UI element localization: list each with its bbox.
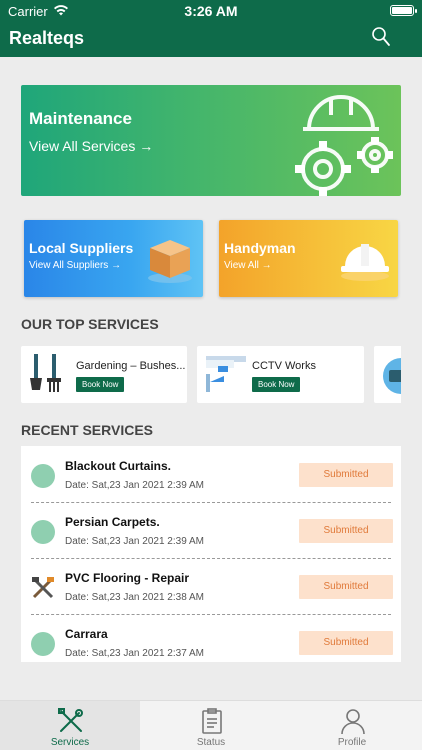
tab-profile[interactable]: Profile [282,701,422,750]
divider [31,614,391,615]
battery-icon [390,5,417,16]
status-badge: Submitted [299,463,393,487]
recent-services-list: Blackout Curtains. Date: Sat,23 Jan 2021… [21,446,401,662]
search-icon[interactable] [370,26,392,48]
service-date: Date: Sat,23 Jan 2021 2:39 AM [65,480,204,491]
garden-tools-icon [30,354,61,392]
person-icon [341,709,365,735]
maintenance-banner[interactable]: Maintenance View All Services → [21,85,401,196]
tab-services[interactable]: Services [0,701,140,750]
tools-icon [58,708,83,732]
service-card-partial[interactable] [374,346,401,403]
local-suppliers-card[interactable]: Local Suppliers View All Suppliers → [24,220,203,297]
clock: 3:26 AM [184,3,238,19]
helmet-gear-icon [295,95,393,196]
service-name: CCTV Works [252,360,316,372]
banner-title: Maintenance [29,109,132,128]
tab-status[interactable]: Status [141,701,281,750]
service-name: PVC Flooring - Repair [65,571,190,585]
list-item[interactable]: Blackout Curtains. Date: Sat,23 Jan 2021… [21,448,401,504]
card-title: Local Suppliers [29,240,134,256]
card-title: Handyman [224,240,296,256]
service-thumbnail-icon [383,358,401,394]
service-avatar-icon [31,520,55,544]
service-card-gardening[interactable]: Gardening – Bushes... Book Now [21,346,187,403]
view-all-suppliers-link[interactable]: View All Suppliers → [29,260,121,271]
bottom-tab-bar: Services Status Profile [0,700,422,750]
divider [31,558,391,559]
handyman-card[interactable]: Handyman View All → [219,220,398,297]
divider [31,502,391,503]
recent-services-heading: RECENT SERVICES [21,422,153,438]
tools-thumbnail-icon [32,577,54,599]
top-nav-bar: Realteqs [0,22,422,57]
service-name: Persian Carpets. [65,515,160,529]
top-services-list[interactable]: Gardening – Bushes... Book Now CCTV Work… [21,346,401,403]
book-now-button[interactable]: Book Now [252,377,301,392]
app-title: Realteqs [9,28,85,48]
service-date: Date: Sat,23 Jan 2021 2:38 AM [65,592,204,603]
service-name: Blackout Curtains. [65,459,172,473]
top-services-heading: OUR TOP SERVICES [21,316,159,332]
list-item[interactable]: Persian Carpets. Date: Sat,23 Jan 2021 2… [21,504,401,560]
box-icon [148,240,192,283]
status-badge: Submitted [299,575,393,599]
service-date: Date: Sat,23 Jan 2021 2:37 AM [65,648,204,659]
list-item[interactable]: PVC Flooring - Repair Date: Sat,23 Jan 2… [21,560,401,616]
status-bar: Carrier 3:26 AM [0,0,422,22]
service-card-cctv[interactable]: CCTV Works Book Now [197,346,364,403]
service-name: Gardening – Bushes... [76,360,186,372]
book-now-button[interactable]: Book Now [76,377,125,392]
tab-label: Profile [337,737,367,748]
list-item[interactable]: Carrara Date: Sat,23 Jan 2021 2:37 AM Su… [21,616,401,672]
view-all-link[interactable]: View All → [224,260,272,271]
clipboard-icon [202,708,222,734]
cctv-icon [206,356,246,392]
status-badge: Submitted [299,631,393,655]
hard-hat-icon [341,244,389,281]
service-date: Date: Sat,23 Jan 2021 2:39 AM [65,536,204,547]
service-avatar-icon [31,464,55,488]
status-badge: Submitted [299,519,393,543]
service-name: Carrara [65,627,108,641]
service-avatar-icon [31,632,55,656]
view-all-services-link[interactable]: View All Services → [29,138,153,154]
tab-label: Status [196,737,226,748]
tab-label: Services [50,737,90,748]
